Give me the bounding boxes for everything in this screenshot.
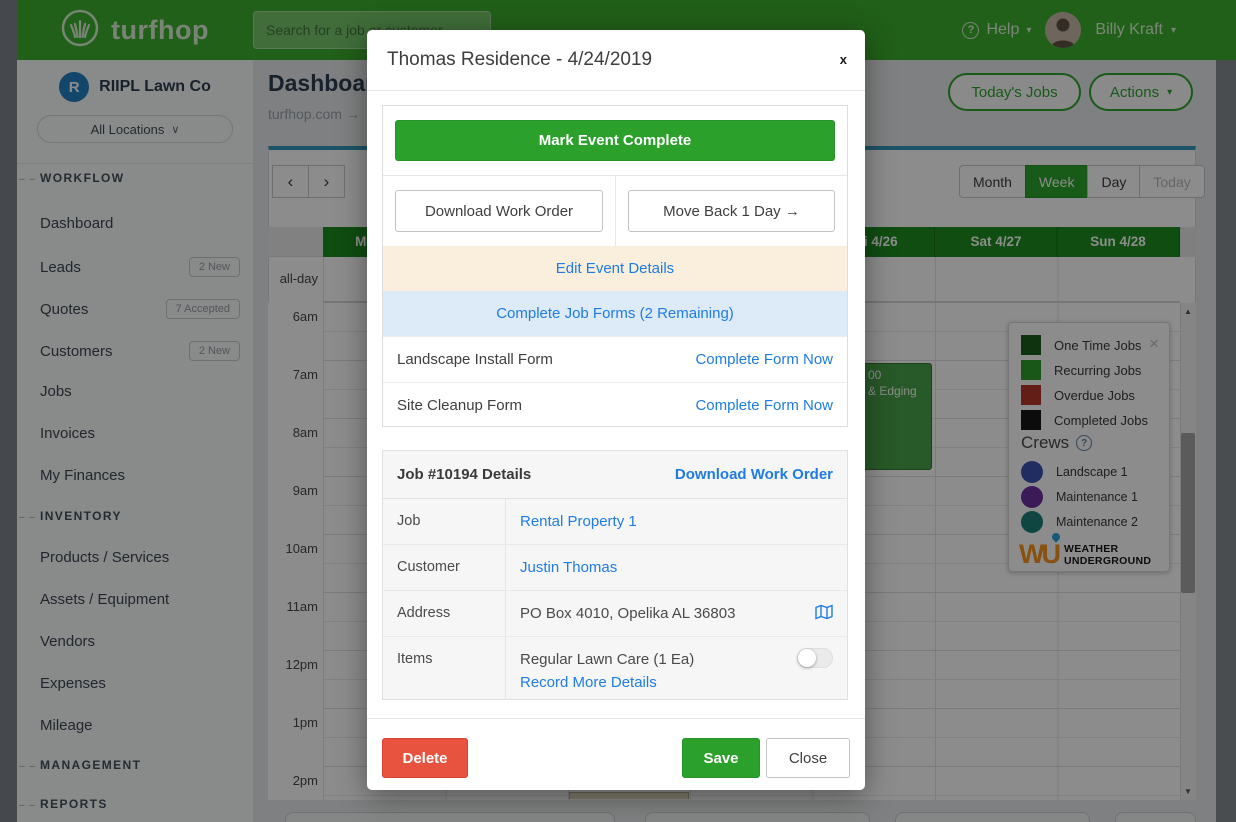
download-work-order-button[interactable]: Download Work Order [395, 190, 603, 232]
item-toggle[interactable] [797, 648, 833, 668]
download-work-order-link[interactable]: Download Work Order [675, 466, 833, 483]
complete-form-now-link[interactable]: Complete Form Now [695, 383, 833, 428]
move-back-1-day-button[interactable]: Move Back 1 Day → [628, 190, 835, 232]
delete-button[interactable]: Delete [382, 738, 468, 778]
form-name: Site Cleanup Form [397, 383, 522, 428]
mark-event-complete-button[interactable]: Mark Event Complete [395, 120, 835, 161]
map-icon[interactable] [815, 604, 833, 624]
form-name: Landscape Install Form [397, 337, 553, 382]
save-button[interactable]: Save [682, 738, 760, 778]
customer-value-link[interactable]: Justin Thomas [520, 559, 617, 576]
complete-job-forms-link[interactable]: Complete Job Forms (2 Remaining) [496, 305, 734, 322]
complete-form-now-link[interactable]: Complete Form Now [695, 337, 833, 382]
job-details-table: Job #10194 Details Download Work Order J… [382, 450, 848, 700]
app-screen: turfhop ? Help ▾ Billy Kraft ▾ [0, 0, 1236, 822]
job-details-title: Job #10194 Details [397, 466, 531, 483]
item-description: Regular Lawn Care (1 Ea) [520, 651, 833, 668]
customer-label: Customer [383, 545, 506, 590]
address-value: PO Box 4010, Opelika AL 36803 [520, 605, 735, 622]
address-label: Address [383, 591, 506, 636]
job-value-link[interactable]: Rental Property 1 [520, 513, 637, 530]
modal-header-divider [367, 90, 865, 91]
modal-close-icon[interactable]: x [840, 52, 847, 67]
modal-title: Thomas Residence - 4/24/2019 [387, 49, 652, 71]
job-label: Job [383, 499, 506, 544]
event-actions-box: Mark Event Complete Download Work Order … [382, 105, 848, 427]
edit-event-details-link[interactable]: Edit Event Details [556, 260, 674, 277]
modal-footer-divider [367, 718, 865, 719]
record-more-details-link[interactable]: Record More Details [520, 674, 657, 691]
close-button[interactable]: Close [766, 738, 850, 778]
event-detail-modal: Thomas Residence - 4/24/2019 x Mark Even… [367, 30, 865, 790]
items-label: Items [383, 637, 506, 700]
